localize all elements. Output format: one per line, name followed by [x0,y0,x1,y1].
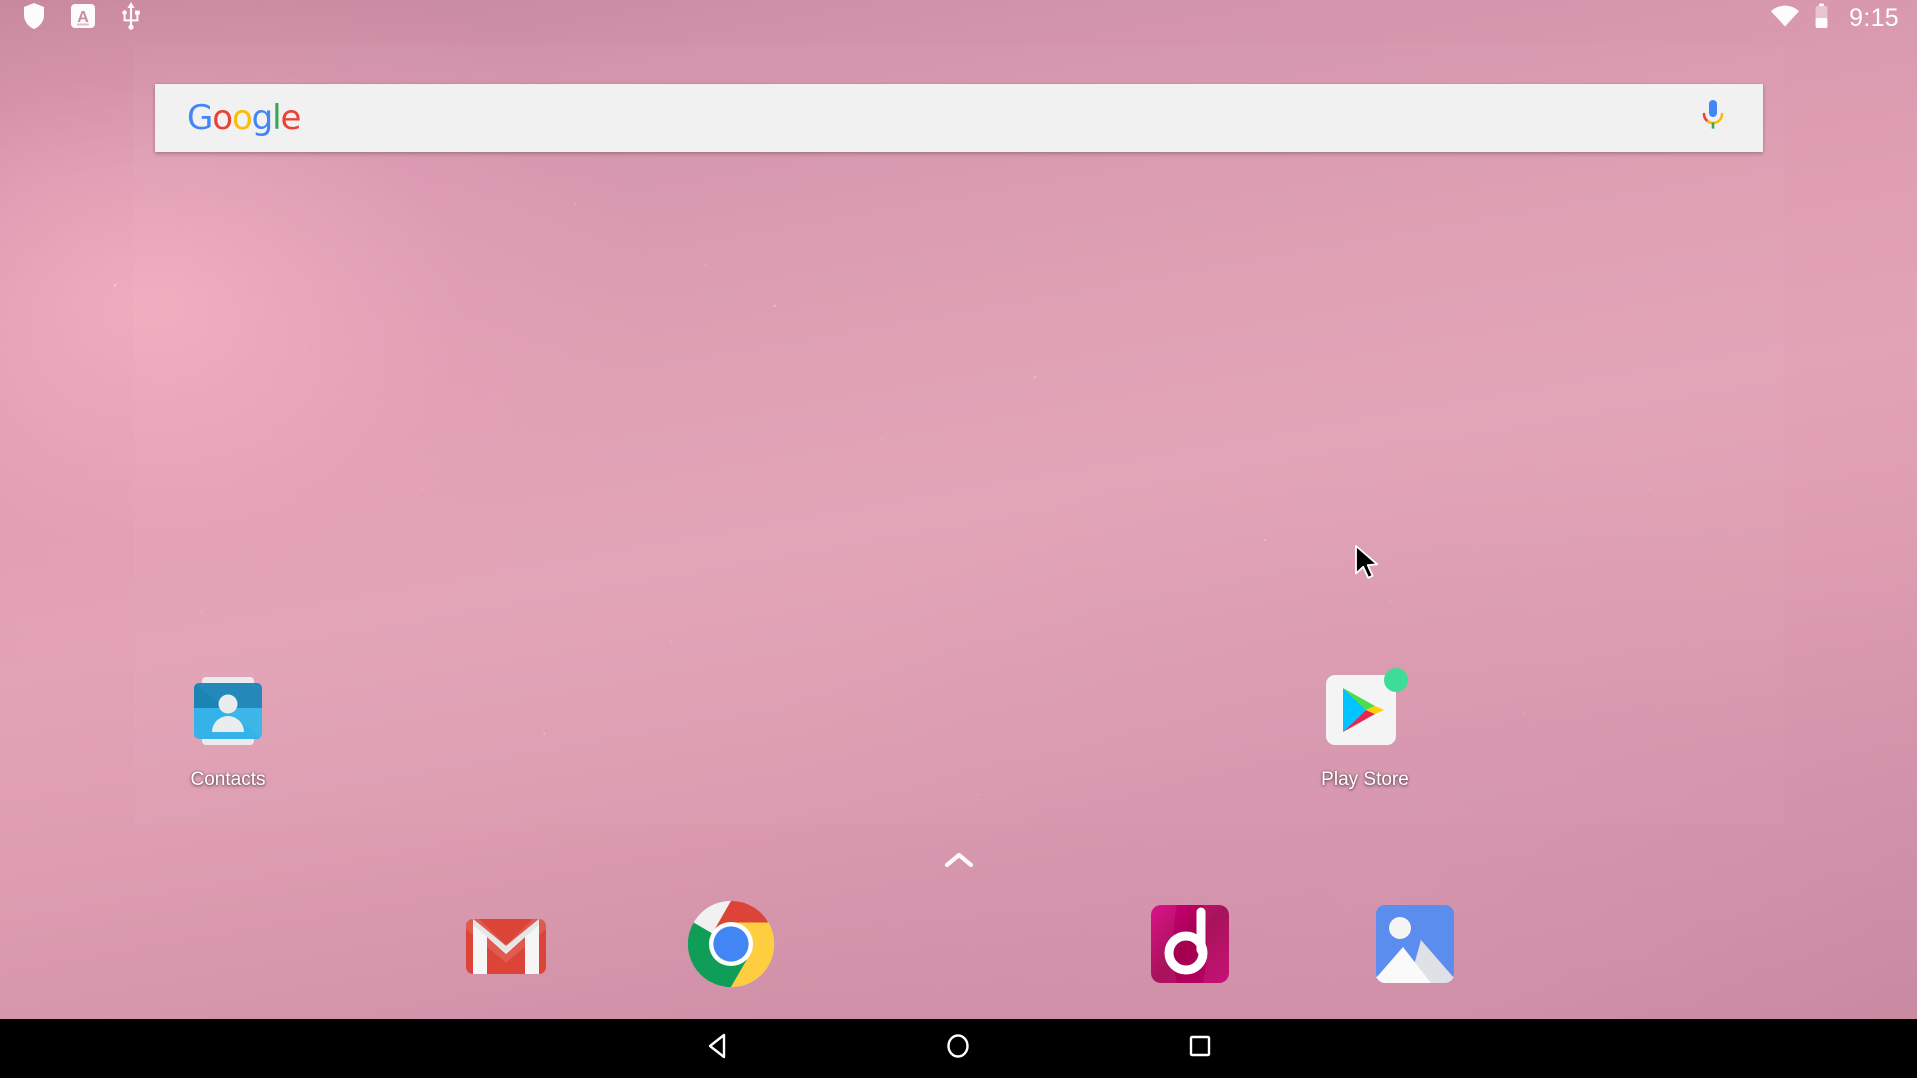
navigation-bar [0,1019,1917,1078]
app-icon-contacts[interactable]: Contacts [133,666,323,789]
gmail-icon [459,897,553,996]
google-logo: Google [187,98,302,138]
play-store-icon [1319,666,1411,758]
photos-icon [1369,898,1461,995]
chrome-icon [682,895,780,998]
google-logo-letter-l: l [272,98,282,138]
svg-text:A: A [77,9,89,26]
play-store-badge-dot [1384,668,1408,692]
recents-square-icon [1185,1030,1215,1067]
back-triangle-icon [703,1030,733,1067]
home-circle-icon [943,1030,973,1067]
hotseat-item-photos[interactable] [1364,895,1466,997]
android-home-screen: A 9:15 Google Contacts Play Store [0,0,1917,1078]
usb-icon [120,1,142,35]
app-label-play-store: Play Store [1321,769,1409,790]
wifi-icon [1770,4,1800,33]
d-app-icon [1144,898,1236,995]
shield-icon [22,2,46,35]
status-bar: A 9:15 [0,0,1917,36]
workspace-page [134,45,1784,824]
google-search-bar[interactable]: Google [155,84,1763,152]
google-logo-letter-o1: o [212,98,233,138]
hotseat [0,895,1917,1005]
microphone-icon [1698,98,1728,139]
hotseat-item-gmail[interactable] [455,895,557,997]
hotseat-item-chrome[interactable] [680,895,782,997]
google-logo-letter-e: e [280,98,302,138]
hotseat-item-dapp[interactable] [1139,895,1241,997]
status-bar-left-icons: A [22,1,142,35]
app-label-contacts: Contacts [190,769,266,790]
contacts-icon [182,666,274,758]
nav-back-button[interactable] [668,1019,768,1078]
voice-search-button[interactable] [1693,96,1733,140]
all-apps-chevron-up-icon[interactable] [932,845,986,875]
google-logo-letter-g2: g [251,98,274,138]
google-logo-letter-g1: G [187,98,213,138]
status-bar-right-icons: 9:15 [1770,3,1899,34]
nav-home-button[interactable] [908,1019,1008,1078]
status-bar-clock: 9:15 [1849,3,1899,32]
battery-icon [1814,3,1829,34]
nav-recents-button[interactable] [1150,1019,1250,1078]
app-icon-play-store[interactable]: Play Store [1270,666,1460,789]
a-badge-icon: A [70,3,96,34]
google-logo-letter-o2: o [231,98,253,138]
